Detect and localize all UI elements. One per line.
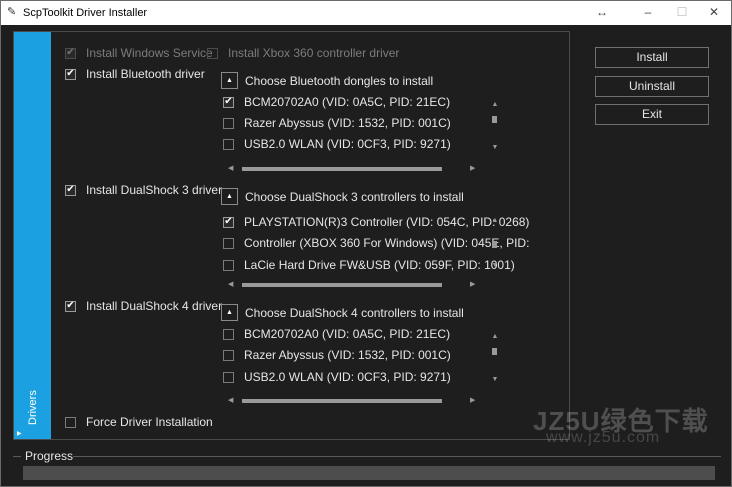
force-driver-installation-checkbox[interactable]: Force Driver Installation [65, 414, 213, 430]
install-ds3-checkbox[interactable]: ✔ Install DualShock 3 driver [65, 182, 222, 198]
checkbox-empty-icon [223, 349, 234, 361]
scroll-right-icon[interactable]: ▶ [470, 280, 475, 290]
scroll-up-icon[interactable]: ▲ [490, 217, 500, 225]
tab-expand-icon: ▶ [17, 431, 22, 437]
checkbox-empty-icon [223, 138, 234, 150]
check-icon: ✔ [65, 68, 76, 80]
bluetooth-group-header: Choose Bluetooth dongles to install [245, 74, 434, 88]
install-bluetooth-checkbox[interactable]: ✔ Install Bluetooth driver [65, 66, 205, 82]
tab-drivers[interactable]: Drivers ▶ [14, 32, 51, 439]
resize-icon[interactable]: ↔ [591, 4, 613, 20]
check-icon: ✔ [65, 300, 76, 312]
scroll-down-icon[interactable]: ▼ [490, 376, 500, 384]
collapse-bluetooth-button[interactable]: ▲ [221, 72, 238, 89]
list-item[interactable]: Razer Abyssus (VID: 1532, PID: 001C) [223, 347, 451, 363]
force-driver-installation-label: Force Driver Installation [86, 415, 213, 429]
checkbox-empty-icon [207, 47, 218, 59]
progress-group-line [73, 456, 721, 457]
scroll-down-icon[interactable]: ▼ [490, 262, 500, 270]
list-item-label: USB2.0 WLAN (VID: 0CF3, PID: 9271) [244, 137, 451, 151]
checkbox-empty-icon [223, 371, 234, 383]
exit-button[interactable]: Exit [595, 104, 709, 125]
tab-drivers-label: Drivers [26, 390, 39, 425]
scroll-right-icon[interactable]: ▶ [470, 164, 475, 174]
list-item[interactable]: LaCie Hard Drive FW&USB (VID: 059F, PID:… [223, 257, 515, 273]
install-ds4-label: Install DualShock 4 driver [86, 299, 223, 313]
checkbox-empty-icon [223, 237, 234, 249]
list-item-label: BCM20702A0 (VID: 0A5C, PID: 21EC) [244, 327, 451, 341]
list-item[interactable]: USB2.0 WLAN (VID: 0CF3, PID: 9271) [223, 369, 451, 385]
list-item[interactable]: Controller (XBOX 360 For Windows) (VID: … [223, 235, 529, 251]
install-bluetooth-label: Install Bluetooth driver [86, 67, 205, 81]
ds4-vertical-scrollbar[interactable]: ▲ ▼ [490, 333, 500, 385]
list-item-label: USB2.0 WLAN (VID: 0CF3, PID: 9271) [244, 370, 451, 384]
scroll-left-icon[interactable]: ◀ [228, 396, 233, 406]
collapse-ds3-button[interactable]: ▲ [221, 188, 238, 205]
list-item-label: Razer Abyssus (VID: 1532, PID: 001C) [244, 348, 451, 362]
scroll-thumb[interactable] [242, 283, 442, 287]
app-icon: ✎ [7, 6, 17, 18]
progress-label: Progress [25, 449, 74, 463]
install-button[interactable]: Install [595, 47, 709, 68]
ds3-horizontal-scrollbar[interactable]: ◀ ▶ [228, 280, 478, 290]
checkbox-empty-icon [223, 328, 234, 340]
list-item[interactable]: ✔ PLAYSTATION(R)3 Controller (VID: 054C,… [223, 214, 529, 230]
watermark-url: www.jz5u.com [546, 429, 661, 446]
scroll-right-icon[interactable]: ▶ [470, 396, 475, 406]
install-windows-service-label: Install Windows Service [86, 46, 213, 60]
install-xbox360-checkbox[interactable]: Install Xbox 360 controller driver [207, 45, 399, 61]
progress-group-line [13, 456, 21, 457]
scroll-down-icon[interactable]: ▼ [490, 144, 500, 152]
checkbox-empty-icon [223, 259, 234, 271]
bluetooth-horizontal-scrollbar[interactable]: ◀ ▶ [228, 164, 478, 174]
uninstall-button[interactable]: Uninstall [595, 76, 709, 97]
check-icon: ✔ [65, 47, 76, 59]
list-item-label: Razer Abyssus (VID: 1532, PID: 001C) [244, 116, 451, 130]
checkbox-empty-icon [65, 416, 76, 428]
scroll-thumb[interactable] [242, 167, 442, 171]
scroll-up-icon[interactable]: ▲ [490, 333, 500, 341]
scroll-left-icon[interactable]: ◀ [228, 280, 233, 290]
list-item-label: PLAYSTATION(R)3 Controller (VID: 054C, P… [244, 215, 530, 229]
collapse-up-icon: ▲ [226, 77, 233, 84]
title-bar: ✎ ScpToolkit Driver Installer ↔ – ☐ ✕ [1, 1, 731, 25]
check-icon: ✔ [65, 184, 76, 196]
maximize-button[interactable]: ☐ [671, 4, 693, 20]
close-button[interactable]: ✕ [703, 4, 725, 20]
install-ds4-checkbox[interactable]: ✔ Install DualShock 4 driver [65, 298, 222, 314]
list-item[interactable]: USB2.0 WLAN (VID: 0CF3, PID: 9271) [223, 136, 451, 152]
list-item[interactable]: Razer Abyssus (VID: 1532, PID: 001C) [223, 115, 451, 131]
scroll-left-icon[interactable]: ◀ [228, 164, 233, 174]
ds3-group-header: Choose DualShock 3 controllers to instal… [245, 190, 464, 204]
bluetooth-vertical-scrollbar[interactable]: ▲ ▼ [490, 101, 500, 153]
install-xbox360-label: Install Xbox 360 controller driver [228, 46, 400, 60]
list-item[interactable]: ✔ BCM20702A0 (VID: 0A5C, PID: 21EC) [223, 94, 450, 110]
scroll-up-icon[interactable]: ▲ [490, 101, 500, 109]
list-item-label: LaCie Hard Drive FW&USB (VID: 059F, PID:… [244, 258, 515, 272]
check-icon: ✔ [223, 216, 234, 228]
scroll-thumb[interactable] [492, 348, 497, 355]
window-title: ScpToolkit Driver Installer [23, 7, 148, 19]
install-windows-service-checkbox[interactable]: ✔ Install Windows Service [65, 45, 213, 61]
check-icon: ✔ [223, 96, 234, 108]
collapse-ds4-button[interactable]: ▲ [221, 304, 238, 321]
list-item[interactable]: BCM20702A0 (VID: 0A5C, PID: 21EC) [223, 326, 450, 342]
ds3-vertical-scrollbar[interactable]: ▲ ▼ [490, 217, 500, 271]
scroll-thumb[interactable] [492, 116, 497, 123]
progress-bar [23, 466, 715, 480]
scroll-thumb[interactable] [492, 241, 497, 248]
ds4-horizontal-scrollbar[interactable]: ◀ ▶ [228, 396, 478, 406]
ds4-group-header: Choose DualShock 4 controllers to instal… [245, 306, 464, 320]
list-item-label: Controller (XBOX 360 For Windows) (VID: … [244, 236, 530, 250]
installer-window: ✎ ScpToolkit Driver Installer ↔ – ☐ ✕ Dr… [0, 0, 732, 487]
checkbox-empty-icon [223, 117, 234, 129]
scroll-thumb[interactable] [242, 399, 442, 403]
list-item-label: BCM20702A0 (VID: 0A5C, PID: 21EC) [244, 95, 451, 109]
collapse-up-icon: ▲ [226, 309, 233, 316]
collapse-up-icon: ▲ [226, 193, 233, 200]
install-ds3-label: Install DualShock 3 driver [86, 183, 223, 197]
minimize-button[interactable]: – [637, 4, 659, 20]
